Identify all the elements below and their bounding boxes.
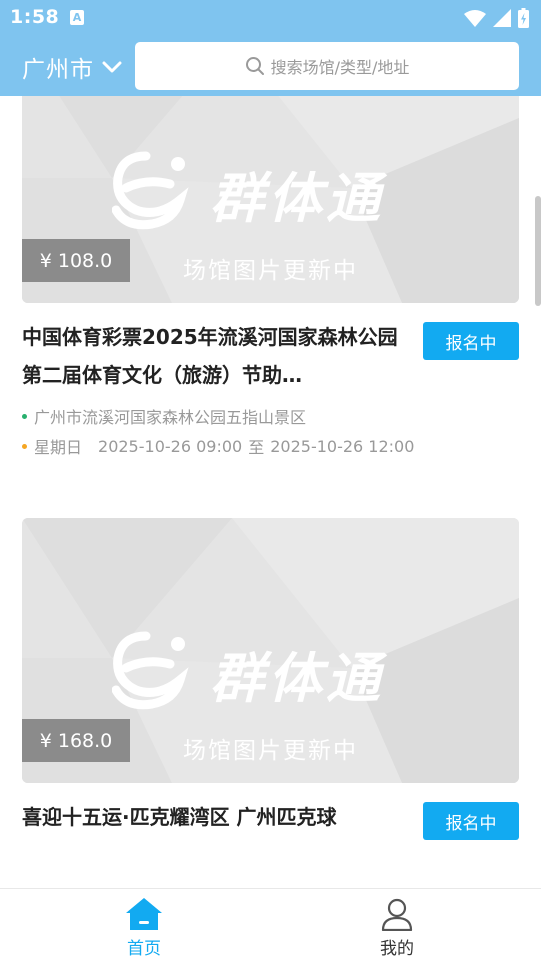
search-icon (245, 57, 264, 75)
event-image[interactable]: 群体通 场馆图片更新中 ¥ 108.0 (22, 96, 519, 303)
battery-charging-icon (518, 8, 529, 28)
event-card[interactable]: 群体通 场馆图片更新中 ¥ 108.0 中国体育彩票2025年流溪河国家森林公园… (0, 96, 541, 518)
city-selector[interactable]: 广州市 (22, 50, 122, 84)
price-tag: ¥ 108.0 (22, 239, 130, 282)
bottom-nav: 首页 我的 (0, 888, 541, 963)
user-icon (381, 898, 413, 931)
brand-logo (112, 631, 189, 710)
event-image[interactable]: 群体通 场馆图片更新中 ¥ 168.0 (22, 518, 519, 783)
a-letter-icon: A (70, 10, 84, 25)
event-location-row: 广州市流溪河国家森林公园五指山景区 (22, 404, 306, 428)
city-label: 广州市 (22, 57, 94, 83)
price-tag: ¥ 168.0 (22, 719, 130, 762)
signal-icon (493, 9, 511, 27)
app-screen: 1:58 A 广州市 搜索场馆/类型/地址 群体通 场馆图片更新中 ¥ 108.… (0, 0, 541, 963)
brand-watermark: 群体通 (112, 628, 442, 712)
search-placeholder: 搜索场馆/类型/地址 (270, 58, 410, 77)
event-end: 2025-10-26 12:00 (270, 436, 415, 456)
signup-status-button[interactable]: 报名中 (423, 322, 519, 360)
chevron-down-icon (102, 61, 122, 73)
search-input[interactable]: 搜索场馆/类型/地址 (135, 42, 519, 90)
event-list: 群体通 场馆图片更新中 ¥ 108.0 中国体育彩票2025年流溪河国家森林公园… (0, 96, 541, 888)
event-time-row: 星期日 2025-10-26 09:00 至 2025-10-26 12:00 (22, 434, 414, 458)
event-start: 2025-10-26 09:00 (98, 436, 243, 456)
brand-logo (112, 151, 189, 230)
nav-item-home[interactable]: 首页 (84, 897, 204, 959)
brand-name: 群体通 (210, 166, 384, 230)
wifi-icon (464, 9, 486, 27)
brand-watermark: 群体通 (112, 148, 442, 232)
nav-label-home: 首页 (127, 939, 161, 959)
time-dot-icon (22, 443, 27, 449)
status-icons (464, 7, 529, 29)
brand-name: 群体通 (210, 646, 384, 710)
status-time: 1:58 (10, 6, 60, 28)
event-title[interactable]: 喜迎十五运·匹克耀湾区 广州匹克球 (22, 798, 407, 874)
home-icon (126, 898, 162, 930)
scrollbar[interactable] (535, 196, 541, 306)
event-location: 广州市流溪河国家森林公园五指山景区 (34, 408, 307, 427)
nav-item-mine[interactable]: 我的 (337, 897, 457, 959)
event-list-scroll[interactable]: 群体通 场馆图片更新中 ¥ 108.0 中国体育彩票2025年流溪河国家森林公园… (0, 96, 541, 888)
location-dot-icon (22, 413, 27, 419)
event-weekday: 星期日 (34, 438, 83, 457)
signup-status-button[interactable]: 报名中 (423, 802, 519, 840)
top-header: 1:58 A 广州市 搜索场馆/类型/地址 (0, 0, 541, 96)
status-bar: 1:58 A (0, 0, 541, 36)
event-to: 至 (248, 438, 265, 457)
nav-label-mine: 我的 (380, 939, 414, 959)
event-card[interactable]: 群体通 场馆图片更新中 ¥ 168.0 喜迎十五运·匹克耀湾区 广州匹克球 报名… (0, 518, 541, 888)
event-title[interactable]: 中国体育彩票2025年流溪河国家森林公园第二届体育文化（旅游）节助… (22, 318, 407, 394)
